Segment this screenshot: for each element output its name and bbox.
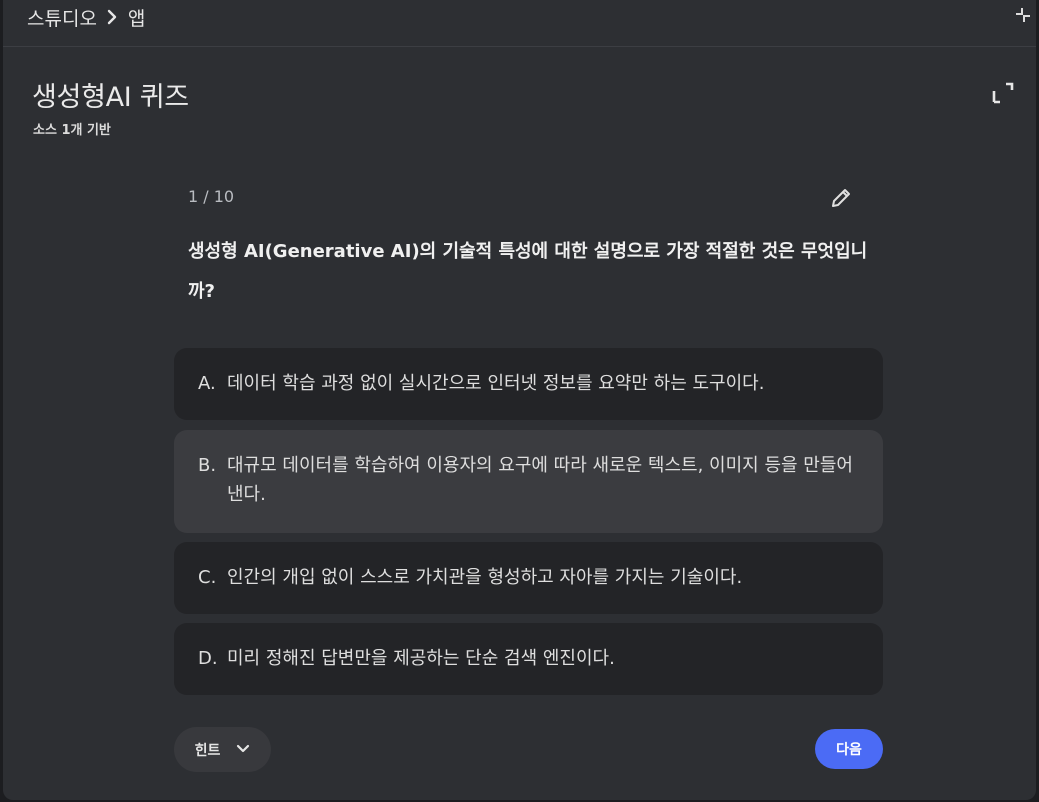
breadcrumb-current: 앱 — [127, 7, 146, 30]
option-letter: D. — [198, 648, 218, 669]
hint-label: 힌트 — [194, 742, 221, 759]
answer-option-d[interactable]: D. 미리 정해진 답변만을 제공하는 단순 검색 엔진이다. — [174, 623, 883, 695]
option-letter: A. — [198, 373, 216, 394]
quiz-title: 생성형AI 퀴즈 — [32, 82, 189, 113]
option-text: 데이터 학습 과정 없이 실시간으로 인터넷 정보를 요약만 하는 도구이다. — [227, 373, 765, 394]
answer-option-c[interactable]: C. 인간의 개입 없이 스스로 가치관을 형성하고 자아를 가지는 기술이다. — [174, 542, 883, 614]
option-text: 대규모 데이터를 학습하여 이용자의 요구에 따라 새로운 텍스트, 이미지 등… — [227, 455, 853, 505]
question-text: 생성형 AI(Generative AI)의 기술적 특성에 대한 설명으로 가… — [188, 241, 868, 302]
option-letter: C. — [198, 567, 217, 588]
breadcrumb-studio[interactable]: 스튜디오 — [27, 4, 97, 31]
source-count: 소스 1개 기반 — [33, 123, 111, 138]
next-button[interactable]: 다음 — [815, 729, 883, 769]
fullscreen-expand-icon[interactable] — [992, 82, 1014, 104]
answer-option-a[interactable]: A. 데이터 학습 과정 없이 실시간으로 인터넷 정보를 요약만 하는 도구이… — [174, 348, 883, 420]
pencil-icon[interactable] — [829, 186, 853, 210]
chevron-down-icon — [236, 742, 250, 758]
option-text: 인간의 개입 없이 스스로 가치관을 형성하고 자아를 가지는 기술이다. — [227, 567, 743, 588]
app-panel: 스튜디오 앱 생성형AI 퀴즈 소스 1개 기반 1 / 10 생성형 AI(G… — [3, 0, 1036, 800]
answer-option-b[interactable]: B. 대규모 데이터를 학습하여 이용자의 요구에 따라 새로운 텍스트, 이미… — [174, 430, 883, 533]
top-bar: 스튜디오 앱 — [3, 0, 1036, 47]
chevron-right-icon — [106, 9, 118, 25]
collapse-icon[interactable] — [1014, 6, 1032, 24]
option-letter: B. — [198, 455, 217, 476]
option-text: 미리 정해진 답변만을 제공하는 단순 검색 엔진이다. — [227, 648, 615, 669]
question-counter: 1 / 10 — [188, 187, 235, 206]
hint-button[interactable]: 힌트 — [174, 727, 271, 772]
next-label: 다음 — [836, 742, 862, 758]
breadcrumb: 스튜디오 앱 — [27, 3, 145, 31]
